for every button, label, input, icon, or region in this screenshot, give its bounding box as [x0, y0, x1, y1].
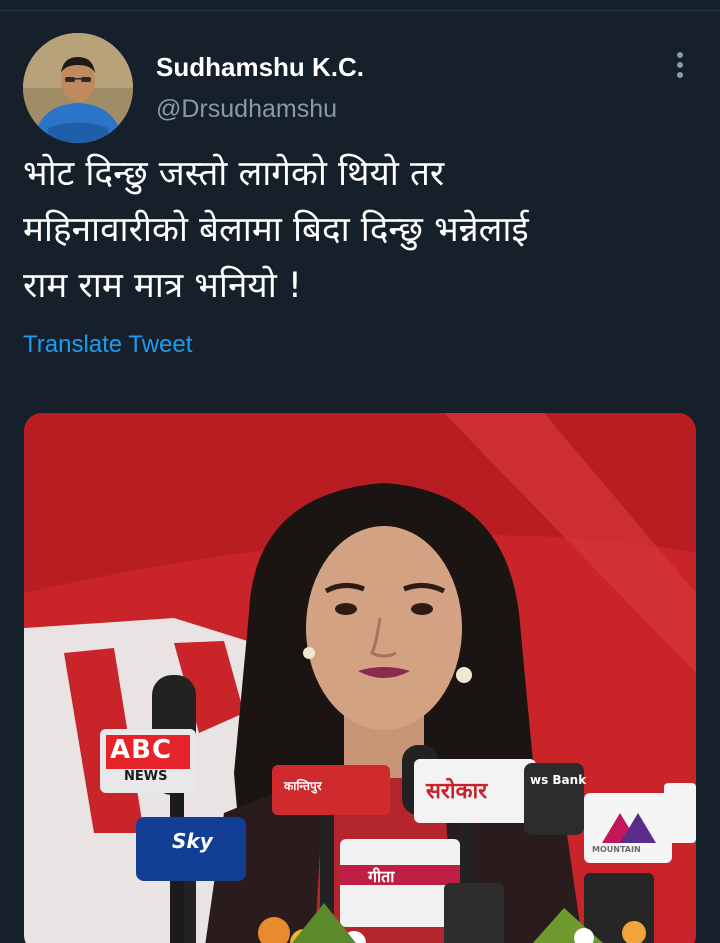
tweet-text: भोट दिन्छु जस्तो लागेको थियो तर महिनावार… — [23, 146, 703, 314]
tweet-text-line: महिनावारीको बेलामा बिदा दिन्छु भन्नेलाई — [23, 210, 529, 250]
tweet-detail-page: Sudhamshu K.C. @Drsudhamshu भोट दिन्छु ज… — [0, 0, 720, 943]
kantipur-logo: कान्तिपुर — [284, 779, 322, 793]
tweet-text-line: राम राम मात्र भनियो ! — [23, 266, 302, 306]
translate-tweet-link[interactable]: Translate Tweet — [23, 330, 192, 360]
author-display-name[interactable]: Sudhamshu K.C. — [156, 52, 364, 82]
abc-news-logo: ABC — [110, 735, 173, 765]
news-bank-logo: ws Bank — [530, 773, 587, 787]
author-avatar[interactable] — [23, 33, 133, 143]
avatar-photo — [23, 33, 133, 143]
more-vertical-icon — [677, 52, 683, 78]
tweet-text-line: भोट दिन्छु जस्तो लागेको थियो तर — [23, 154, 445, 194]
abc-news-sub-logo: NEWS — [124, 769, 168, 784]
sarokar-logo: सरोकार — [426, 779, 488, 804]
more-options-button[interactable] — [664, 48, 696, 82]
mountain-logo: MOUNTAIN — [592, 845, 641, 854]
press-conference-photo — [24, 413, 696, 943]
gorkha-logo: गीता — [368, 867, 395, 886]
top-divider — [0, 10, 720, 11]
author-handle[interactable]: @Drsudhamshu — [156, 94, 337, 124]
tweet-media-photo[interactable]: ABC NEWS Sky गीता सरोकार MOUNTAIN ws Ban… — [24, 413, 696, 943]
sky-logo: Sky — [172, 829, 213, 853]
